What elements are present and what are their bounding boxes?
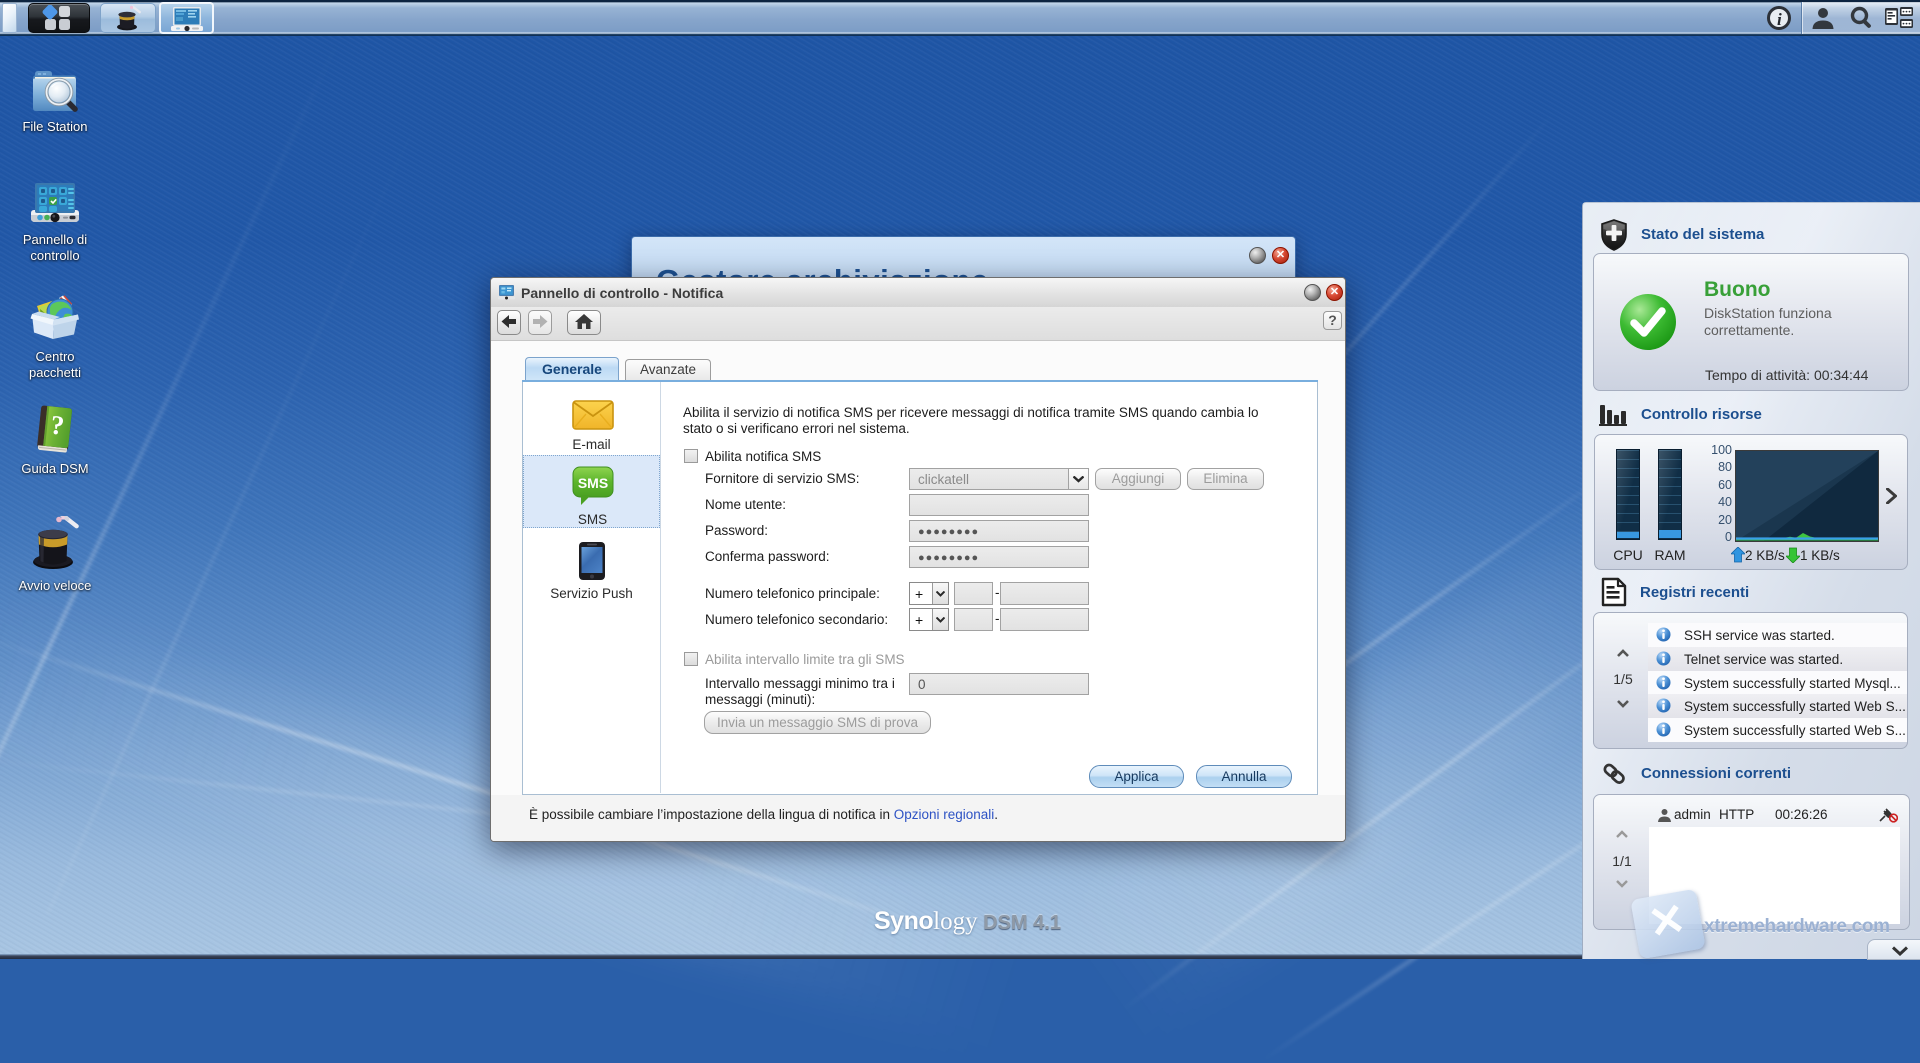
svg-text:SMS: SMS <box>578 475 608 491</box>
